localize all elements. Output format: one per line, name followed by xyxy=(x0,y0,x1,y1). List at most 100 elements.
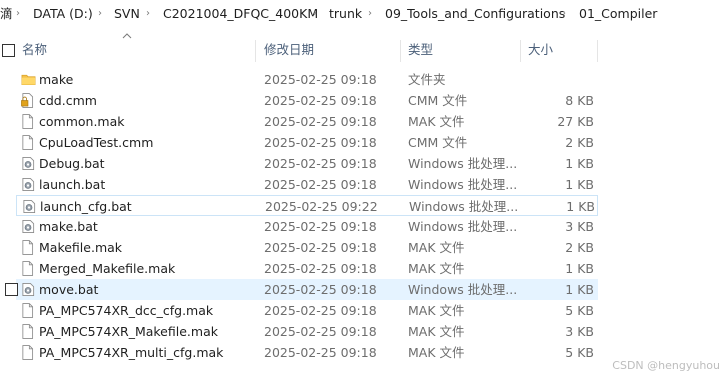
file-name: PA_MPC574XR_multi_cfg.mak xyxy=(39,345,224,360)
file-name: Merged_Makefile.mak xyxy=(39,261,176,276)
file-modified-date: 2025-02-25 09:18 xyxy=(264,93,377,108)
file-modified-date: 2025-02-25 09:18 xyxy=(264,324,377,339)
chevron-right-icon[interactable]: › xyxy=(98,0,102,28)
file-type: CMM 文件 xyxy=(408,135,468,150)
breadcrumb: 滴 › DATA (D:) › SVN › C2021004_DFQC_400K… xyxy=(0,0,726,28)
file-type: Windows 批处理... xyxy=(409,199,519,214)
file-size: 3 KB xyxy=(565,324,594,339)
file-size: 1 KB xyxy=(565,177,594,192)
column-header-size[interactable]: 大小 xyxy=(528,38,553,62)
file-size: 1 KB xyxy=(565,156,594,171)
file-size: 2 KB xyxy=(565,240,594,255)
column-header-bar: 名称 修改日期 类型 大小 xyxy=(0,38,726,62)
file-name: launch.bat xyxy=(39,177,106,192)
file-modified-date: 2025-02-25 09:22 xyxy=(265,199,378,214)
batch-file-icon xyxy=(21,282,35,298)
breadcrumb-item-svn[interactable]: SVN xyxy=(114,0,140,28)
file-size: 8 KB xyxy=(565,93,594,108)
file-modified-date: 2025-02-25 09:18 xyxy=(264,303,377,318)
file-modified-date: 2025-02-25 09:18 xyxy=(264,282,377,297)
file-size: 5 KB xyxy=(565,303,594,318)
file-row[interactable]: launch.bat 2025-02-25 09:18 Windows 批处理...… xyxy=(0,174,600,195)
file-modified-date: 2025-02-25 09:18 xyxy=(264,114,377,129)
chevron-right-icon[interactable]: › xyxy=(368,0,372,28)
file-type: MAK 文件 xyxy=(408,324,465,339)
file-size xyxy=(534,69,594,90)
chevron-right-icon: › xyxy=(16,8,20,19)
locked-file-icon xyxy=(21,93,35,109)
file-name: make xyxy=(39,72,74,87)
file-type: MAK 文件 xyxy=(408,114,465,129)
folder-icon xyxy=(21,72,36,88)
file-row[interactable]: make 2025-02-25 09:18 文件夹 xyxy=(0,69,600,90)
file-type: Windows 批处理... xyxy=(408,219,518,234)
file-name: move.bat xyxy=(39,282,99,297)
file-name: cdd.cmm xyxy=(39,93,97,108)
file-type: Windows 批处理... xyxy=(408,177,518,192)
chevron-right-icon[interactable]: › xyxy=(313,0,317,28)
column-resize-handle[interactable] xyxy=(520,40,521,62)
file-row[interactable]: cdd.cmm 2025-02-25 09:18 CMM 文件 8 KB xyxy=(0,90,600,111)
file-icon xyxy=(21,261,35,277)
file-type: MAK 文件 xyxy=(408,240,465,255)
batch-file-icon xyxy=(22,199,36,215)
file-row[interactable]: make.bat 2025-02-25 09:18 Windows 批处理... 3 … xyxy=(0,216,600,237)
file-row[interactable]: Merged_Makefile.mak 2025-02-25 09:18 MAK 文… xyxy=(0,258,600,279)
file-modified-date: 2025-02-25 09:18 xyxy=(264,261,377,276)
file-row[interactable]: PA_MPC574XR_multi_cfg.mak 2025-02-25 09:1… xyxy=(0,342,600,363)
watermark: CSDN @hengyuhou xyxy=(612,359,720,372)
file-row[interactable]: common.mak 2025-02-25 09:18 MAK 文件 27 KB xyxy=(0,111,600,132)
file-size: 1 KB xyxy=(565,282,594,297)
batch-file-icon xyxy=(21,156,35,172)
column-resize-handle[interactable] xyxy=(255,40,256,62)
file-size: 5 KB xyxy=(565,345,594,360)
file-name: CpuLoadTest.cmm xyxy=(39,135,154,150)
file-icon xyxy=(21,240,35,256)
file-row[interactable]: PA_MPC574XR_dcc_cfg.mak 2025-02-25 09:18 M… xyxy=(0,300,600,321)
file-type: MAK 文件 xyxy=(408,345,465,360)
breadcrumb-item-tools[interactable]: 09_Tools_and_Configurations xyxy=(385,0,565,28)
file-name: Debug.bat xyxy=(39,156,105,171)
breadcrumb-item-trunk[interactable]: trunk xyxy=(329,0,362,28)
column-header-type[interactable]: 类型 xyxy=(408,38,433,62)
file-modified-date: 2025-02-25 09:18 xyxy=(264,156,377,171)
file-size: 1 KB xyxy=(565,261,594,276)
file-name: PA_MPC574XR_dcc_cfg.mak xyxy=(39,303,214,318)
row-select-checkbox[interactable] xyxy=(5,283,18,296)
file-name: Makefile.mak xyxy=(39,240,123,255)
breadcrumb-item-project[interactable]: C2021004_DFQC_400KM xyxy=(163,0,318,28)
file-row[interactable]: Makefile.mak 2025-02-25 09:18 MAK 文件 2 KB xyxy=(0,237,600,258)
file-name: make.bat xyxy=(39,219,98,234)
file-icon xyxy=(21,324,35,340)
column-resize-handle[interactable] xyxy=(597,40,598,62)
breadcrumb-item-drive[interactable]: DATA (D:) xyxy=(33,0,93,28)
file-icon xyxy=(21,135,35,151)
breadcrumb-item-compiler[interactable]: 01_Compiler xyxy=(579,0,657,28)
file-modified-date: 2025-02-25 09:18 xyxy=(264,240,377,255)
batch-file-icon xyxy=(21,219,35,235)
file-size: 3 KB xyxy=(565,219,594,234)
file-icon xyxy=(21,114,35,130)
breadcrumb-cut-prefix: 滴 xyxy=(0,6,13,21)
file-size: 1 KB xyxy=(566,199,595,214)
file-name: launch_cfg.bat xyxy=(40,199,132,214)
file-row[interactable]: Debug.bat 2025-02-25 09:18 Windows 批处理... 1… xyxy=(0,153,600,174)
file-name: PA_MPC574XR_Makefile.mak xyxy=(39,324,218,339)
file-row[interactable]: move.bat 2025-02-25 09:18 Windows 批处理... 1 … xyxy=(5,279,598,300)
file-row[interactable]: PA_MPC574XR_Makefile.mak 2025-02-25 09:18… xyxy=(0,321,600,342)
chevron-right-icon[interactable]: › xyxy=(146,0,150,28)
column-header-name[interactable]: 名称 xyxy=(22,38,47,62)
file-size: 27 KB xyxy=(557,114,594,129)
file-icon xyxy=(21,303,35,319)
file-row[interactable]: launch_cfg.bat 2025-02-25 09:22 Windows 批处… xyxy=(16,195,598,216)
file-modified-date: 2025-02-25 09:18 xyxy=(264,177,377,192)
column-resize-handle[interactable] xyxy=(400,40,401,62)
file-type: MAK 文件 xyxy=(408,303,465,318)
batch-file-icon xyxy=(21,177,35,193)
column-header-date[interactable]: 修改日期 xyxy=(264,38,314,62)
chevron-right-icon[interactable]: › xyxy=(562,0,566,28)
file-type: 文件夹 xyxy=(408,72,446,87)
file-row[interactable]: CpuLoadTest.cmm 2025-02-25 09:18 CMM 文件 2 K… xyxy=(0,132,600,153)
file-type: Windows 批处理... xyxy=(408,282,518,297)
file-modified-date: 2025-02-25 09:18 xyxy=(264,219,377,234)
